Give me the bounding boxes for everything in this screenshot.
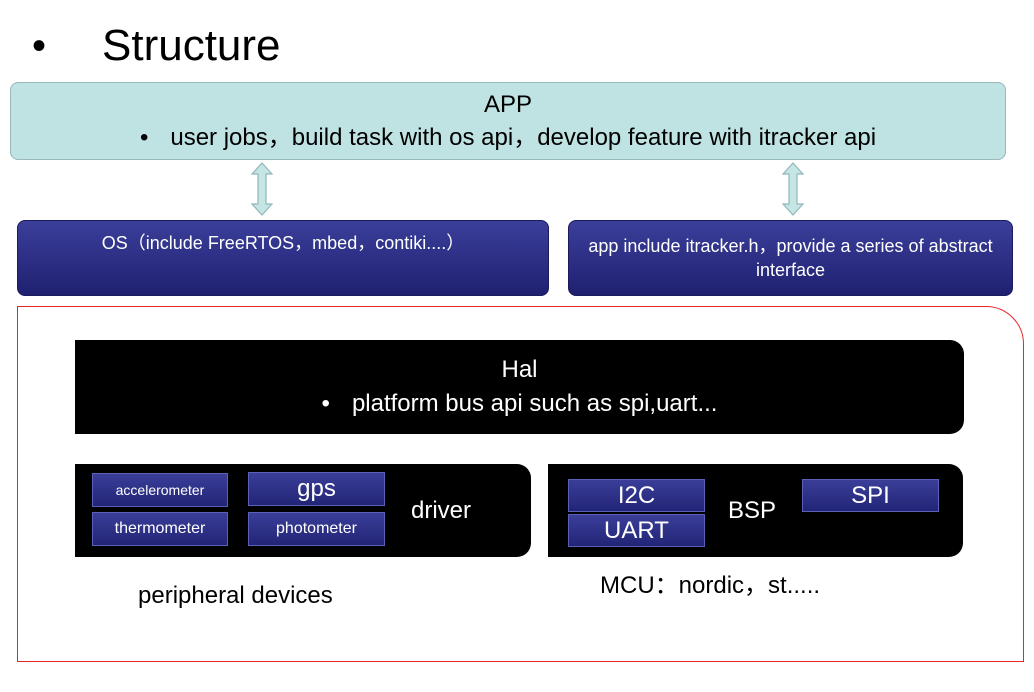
driver-chip-label: gps (297, 475, 336, 502)
app-description-text: user jobs，build task with os api，develop… (170, 124, 877, 151)
slide-title: Structure (102, 21, 281, 70)
peripheral-devices-caption: peripheral devices (138, 582, 333, 609)
driver-chip-accelerometer: accelerometer (92, 473, 228, 507)
double-arrow-icon-right (782, 162, 804, 216)
driver-chip-photometer: photometer (248, 512, 385, 546)
mcu-caption: MCU：nordic，st..... (600, 572, 821, 599)
hal-description-text: platform bus api such as spi,uart... (351, 390, 718, 417)
bsp-label: BSP (728, 497, 777, 524)
os-layer-box: OS（include FreeRTOS，mbed，contiki....） (17, 220, 549, 296)
bsp-chip-i2c: I2C (568, 479, 705, 512)
app-bullet: • (139, 124, 149, 151)
bsp-chip-uart: UART (568, 514, 705, 547)
app-description: • user jobs，build task with os api，develo… (11, 124, 1005, 152)
driver-chip-gps: gps (248, 472, 385, 506)
bsp-layer-box: I2C UART BSP SPI (548, 464, 963, 557)
driver-chip-label: accelerometer (115, 482, 205, 498)
title-bullet: • (32, 24, 47, 68)
bsp-chip-label: SPI (851, 481, 890, 509)
driver-label: driver (411, 497, 472, 524)
os-layer-text: OS（include FreeRTOS，mbed，contiki....） (101, 233, 465, 253)
bsp-chip-spi: SPI (802, 479, 939, 512)
hal-layer-box: Hal • platform bus api such as spi,uart..… (75, 340, 964, 434)
driver-chip-label: photometer (276, 520, 357, 537)
app-layer-box: APP • user jobs，build task with os api，de… (10, 82, 1006, 160)
itracker-layer-box: app include itracker.h，provide a series … (568, 220, 1013, 296)
bsp-chip-label: I2C (617, 481, 656, 509)
bsp-chip-label: UART (604, 516, 669, 544)
driver-chip-thermometer: thermometer (92, 512, 228, 546)
hal-bullet: • (321, 390, 330, 417)
app-title: APP (483, 91, 533, 118)
itracker-layer-text: app include itracker.h，provide a series … (588, 236, 993, 280)
hal-title: Hal (501, 356, 538, 383)
driver-chip-label: thermometer (114, 520, 206, 537)
driver-layer-box: accelerometer gps thermometer photometer… (75, 464, 531, 557)
double-arrow-icon-left (251, 162, 273, 216)
hal-description: • platform bus api such as spi,uart... (75, 390, 964, 418)
